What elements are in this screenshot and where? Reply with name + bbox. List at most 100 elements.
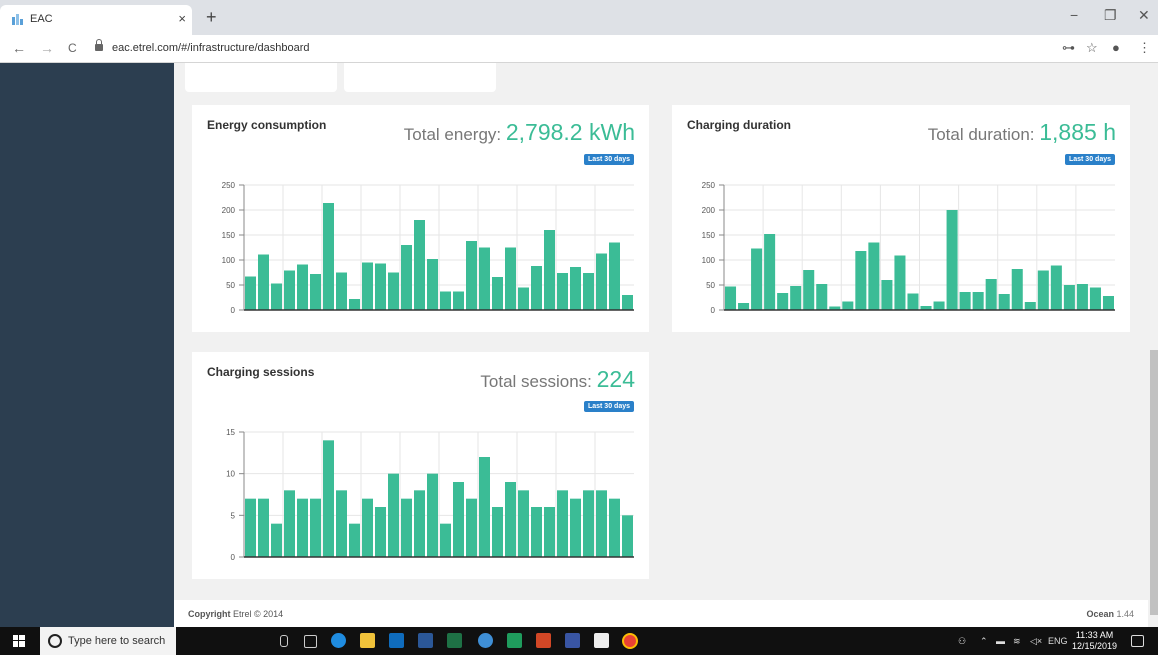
bar[interactable]	[414, 490, 425, 557]
bar[interactable]	[609, 242, 620, 311]
bar[interactable]	[479, 457, 490, 557]
bar[interactable]	[751, 248, 763, 311]
tray-chevron-icon[interactable]: ⌃	[980, 636, 988, 647]
bar[interactable]	[570, 267, 581, 310]
bar[interactable]	[1037, 270, 1049, 311]
bar[interactable]	[375, 263, 386, 311]
bar[interactable]	[336, 272, 347, 311]
bar[interactable]	[297, 264, 308, 311]
browser-tab[interactable]: EAC ×	[0, 5, 192, 35]
bookmark-star-icon[interactable]: ☆	[1086, 40, 1098, 56]
bar[interactable]	[401, 245, 412, 310]
bar[interactable]	[1050, 265, 1062, 311]
bar[interactable]	[388, 272, 399, 311]
bar[interactable]	[1089, 287, 1101, 311]
bar[interactable]	[609, 498, 620, 557]
bar[interactable]	[998, 294, 1010, 310]
bar[interactable]	[414, 220, 425, 310]
bar[interactable]	[518, 287, 529, 311]
powerpoint-icon[interactable]	[536, 633, 551, 648]
tab-close-icon[interactable]: ×	[178, 11, 186, 26]
microphone-icon[interactable]	[280, 635, 288, 647]
language-indicator[interactable]: ENG	[1048, 636, 1068, 646]
bar[interactable]	[440, 291, 451, 311]
bar[interactable]	[544, 507, 555, 557]
bar[interactable]	[596, 490, 607, 557]
key-icon[interactable]: ⊶	[1062, 40, 1075, 56]
bar[interactable]	[271, 523, 282, 557]
bar[interactable]	[375, 507, 386, 557]
bar[interactable]	[570, 498, 581, 557]
task-view-icon[interactable]	[304, 635, 317, 648]
bar[interactable]	[427, 259, 438, 310]
bar[interactable]	[388, 473, 399, 557]
bar[interactable]	[946, 210, 958, 310]
bar[interactable]	[725, 286, 737, 311]
bar[interactable]	[1102, 296, 1114, 310]
scrollbar-thumb[interactable]	[1150, 350, 1158, 615]
chrome-icon[interactable]	[622, 633, 638, 649]
bar[interactable]	[349, 299, 360, 310]
file-explorer-icon[interactable]	[360, 633, 375, 648]
window-close-button[interactable]: ✕	[1138, 7, 1150, 24]
edge-icon[interactable]	[331, 633, 346, 648]
url-field[interactable]: eac.etrel.com/#/infrastructure/dashboard	[112, 42, 310, 54]
bar[interactable]	[816, 284, 828, 310]
bar[interactable]	[531, 266, 542, 310]
profile-icon[interactable]: ●	[1112, 40, 1120, 55]
bar[interactable]	[959, 292, 971, 310]
back-button[interactable]: ←	[12, 40, 26, 56]
bar[interactable]	[284, 490, 295, 557]
browser-menu-icon[interactable]: ⋮	[1138, 40, 1151, 56]
visio-icon[interactable]	[565, 633, 580, 648]
bar[interactable]	[466, 498, 477, 557]
bar[interactable]	[245, 498, 256, 557]
bar[interactable]	[777, 293, 789, 310]
bar[interactable]	[284, 270, 295, 311]
word-icon[interactable]	[418, 633, 433, 648]
bar[interactable]	[1076, 284, 1088, 310]
bar[interactable]	[271, 283, 282, 311]
bar[interactable]	[258, 254, 269, 311]
bar[interactable]	[258, 498, 269, 557]
bar[interactable]	[790, 286, 802, 310]
bar[interactable]	[855, 251, 867, 310]
bar[interactable]	[894, 255, 906, 311]
bar[interactable]	[842, 301, 854, 311]
bar[interactable]	[453, 482, 464, 557]
bar[interactable]	[427, 473, 438, 557]
bar[interactable]	[972, 292, 984, 310]
taskbar-search-box[interactable]: Type here to search	[40, 627, 176, 655]
bar[interactable]	[245, 276, 256, 311]
bar[interactable]	[583, 273, 594, 310]
bar[interactable]	[362, 262, 373, 311]
bar[interactable]	[336, 490, 347, 557]
internet-explorer-icon[interactable]	[478, 633, 493, 648]
bar[interactable]	[557, 273, 568, 310]
bar[interactable]	[505, 247, 516, 311]
bar[interactable]	[479, 247, 490, 311]
bar[interactable]	[985, 279, 997, 310]
bar[interactable]	[310, 498, 321, 557]
new-tab-button[interactable]: +	[206, 8, 217, 26]
bar[interactable]	[1011, 269, 1023, 310]
bar[interactable]	[1063, 285, 1075, 310]
bar[interactable]	[492, 507, 503, 557]
bar[interactable]	[297, 498, 308, 557]
bar[interactable]	[583, 490, 594, 557]
bar[interactable]	[738, 303, 750, 310]
maximize-button[interactable]: ❐	[1104, 7, 1117, 24]
project-icon[interactable]	[507, 633, 522, 648]
bar[interactable]	[492, 277, 503, 310]
bar[interactable]	[596, 253, 607, 311]
bar[interactable]	[440, 523, 451, 557]
minimize-button[interactable]: −	[1070, 7, 1078, 23]
forward-button[interactable]: →	[40, 40, 54, 56]
bar[interactable]	[505, 482, 516, 557]
bar[interactable]	[868, 242, 880, 311]
bar[interactable]	[1024, 302, 1036, 310]
notifications-icon[interactable]	[1131, 635, 1144, 647]
people-icon[interactable]: ⚇	[958, 636, 966, 647]
excel-icon[interactable]	[447, 633, 462, 648]
bar[interactable]	[323, 440, 334, 557]
